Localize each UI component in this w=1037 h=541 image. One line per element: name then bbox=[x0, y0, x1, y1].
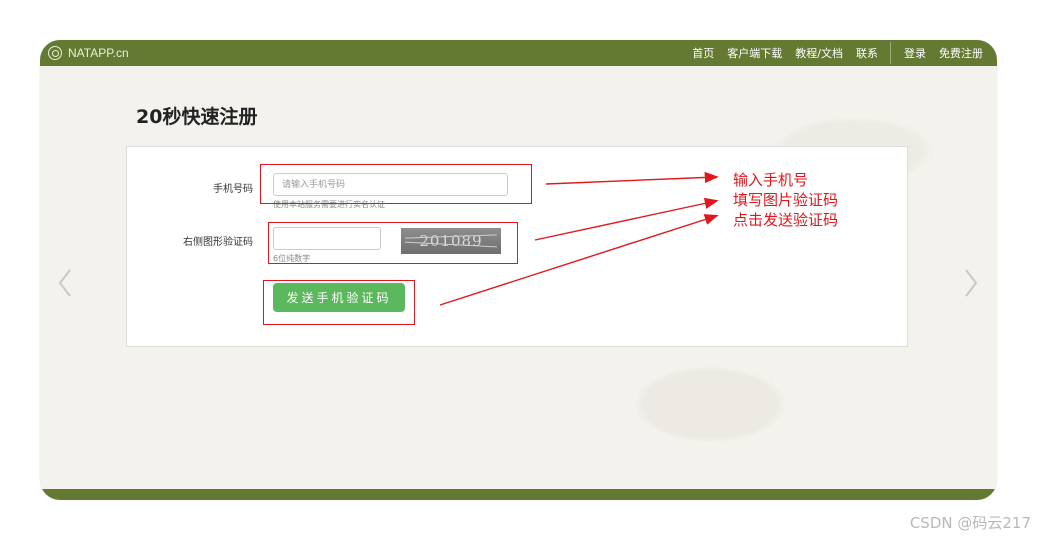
captcha-label: 右侧图形验证码 bbox=[183, 237, 253, 248]
annotation-text: 输入手机号 填写图片验证码 点击发送验证码 bbox=[733, 170, 838, 230]
annotation-box-phone bbox=[260, 164, 532, 204]
annotation-line-send: 点击发送验证码 bbox=[733, 211, 839, 229]
nav-links: 首页 客户端下载 教程/文档 联系 登录 免费注册 bbox=[679, 40, 983, 66]
chevron-right-icon[interactable] bbox=[962, 268, 980, 298]
nav-divider bbox=[890, 42, 891, 64]
nav-docs[interactable]: 教程/文档 bbox=[795, 45, 843, 61]
brand-link[interactable]: NATAPP.cn bbox=[48, 44, 129, 62]
annotation-line-captcha: 填写图片验证码 bbox=[733, 191, 839, 209]
natapp-logo-icon bbox=[48, 46, 62, 60]
page-title: 20秒快速注册 bbox=[136, 106, 258, 128]
nav-home[interactable]: 首页 bbox=[692, 45, 714, 61]
brand-name: NATAPP.cn bbox=[68, 46, 129, 60]
footer-bar bbox=[40, 489, 997, 500]
nav-login[interactable]: 登录 bbox=[904, 45, 926, 61]
top-navbar: NATAPP.cn 首页 客户端下载 教程/文档 联系 登录 免费注册 bbox=[40, 40, 997, 66]
phone-label: 手机号码 bbox=[213, 184, 253, 195]
csdn-watermark: CSDN @码云217 bbox=[909, 514, 1031, 532]
browser-viewport: NATAPP.cn 首页 客户端下载 教程/文档 联系 登录 免费注册 20秒快… bbox=[40, 40, 997, 500]
annotation-line-phone: 输入手机号 bbox=[733, 171, 809, 189]
nav-client-download[interactable]: 客户端下载 bbox=[727, 45, 782, 61]
nav-contact[interactable]: 联系 bbox=[856, 45, 878, 61]
chevron-left-icon[interactable] bbox=[56, 268, 74, 298]
nav-register[interactable]: 免费注册 bbox=[939, 45, 983, 61]
annotation-box-captcha bbox=[268, 222, 518, 264]
annotation-box-send bbox=[263, 280, 415, 325]
